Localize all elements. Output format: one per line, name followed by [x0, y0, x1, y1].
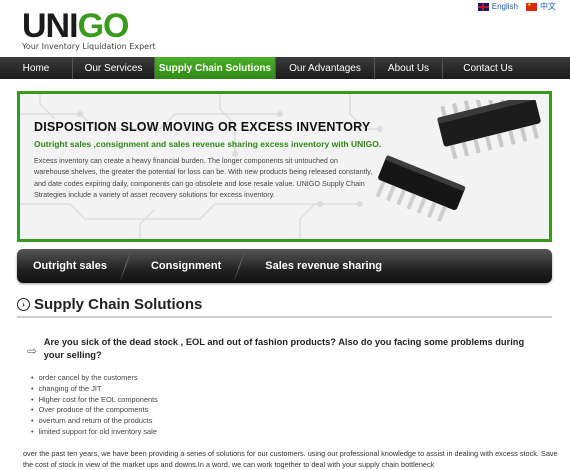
section-heading: › Supply Chain Solutions [17, 296, 552, 318]
tab-sales-revenue-sharing[interactable]: Sales revenue sharing [265, 260, 382, 272]
nav-home[interactable]: Home [0, 57, 73, 79]
list-item: Higher cost for the EOL components [31, 395, 158, 406]
nav-supply-chain-solutions[interactable]: Supply Chain Solutions [155, 57, 276, 79]
intro-paragraph: over the past ten years, we have been pr… [23, 449, 558, 469]
language-switcher: English 中文 [477, 1, 556, 12]
list-item: limited support for old inventory sale [31, 427, 158, 438]
solution-tabs: Outright sales Consignment Sales revenue… [17, 249, 552, 283]
tab-divider [121, 249, 137, 283]
uk-flag-icon [477, 2, 489, 11]
main-nav: Home Our Services Supply Chain Solutions… [0, 57, 570, 79]
nav-contact-us[interactable]: Contact Us [443, 57, 533, 79]
lang-english-label: English [491, 2, 518, 11]
logo-go: GO [77, 7, 130, 45]
lang-chinese-label: 中文 [540, 2, 556, 11]
banner-body-text: Excess inventory can create a heavy fina… [34, 156, 373, 200]
nav-our-advantages[interactable]: Our Advantages [276, 57, 375, 79]
section-title: Supply Chain Solutions [34, 296, 203, 313]
chip-front-icon [375, 155, 466, 223]
lang-chinese-link[interactable]: 中文 [526, 1, 556, 12]
cn-flag-icon [526, 2, 537, 11]
logo-tagline: Your Inventory Liquidation Expert [22, 42, 156, 51]
list-item: Over produce of the compoments [31, 405, 158, 416]
tab-divider [235, 249, 251, 283]
question-text: Are you sick of the dead stock , EOL and… [43, 337, 525, 360]
chip-back-icon [437, 100, 541, 160]
tab-consignment[interactable]: Consignment [151, 260, 221, 272]
list-item: changing of the JIT [31, 384, 158, 395]
nav-about-us[interactable]: About Us [375, 57, 443, 79]
lang-english-link[interactable]: English [477, 2, 518, 11]
question-block: ⇨ Are you sick of the dead stock , EOL a… [27, 336, 537, 362]
banner-title: DISPOSITION SLOW MOVING OR EXCESS INVENT… [34, 120, 371, 134]
chip-illustration [375, 100, 541, 223]
logo-wordmark: UNIGO [22, 8, 156, 44]
hero-banner: DISPOSITION SLOW MOVING OR EXCESS INVENT… [17, 91, 552, 242]
banner-subtitle: Outright sales ,consignment and sales re… [34, 139, 382, 149]
tab-outright-sales[interactable]: Outright sales [33, 260, 107, 272]
list-item: order cancel by the customers [31, 373, 158, 384]
problem-list: order cancel by the customers changing o… [31, 373, 158, 438]
list-item: overturn and return of the products [31, 416, 158, 427]
logo[interactable]: UNIGO Your Inventory Liquidation Expert [22, 8, 156, 51]
nav-our-services[interactable]: Our Services [73, 57, 155, 79]
logo-uni: UNI [22, 7, 79, 45]
circle-arrow-icon: › [17, 298, 30, 311]
arrow-right-icon: ⇨ [27, 344, 38, 358]
